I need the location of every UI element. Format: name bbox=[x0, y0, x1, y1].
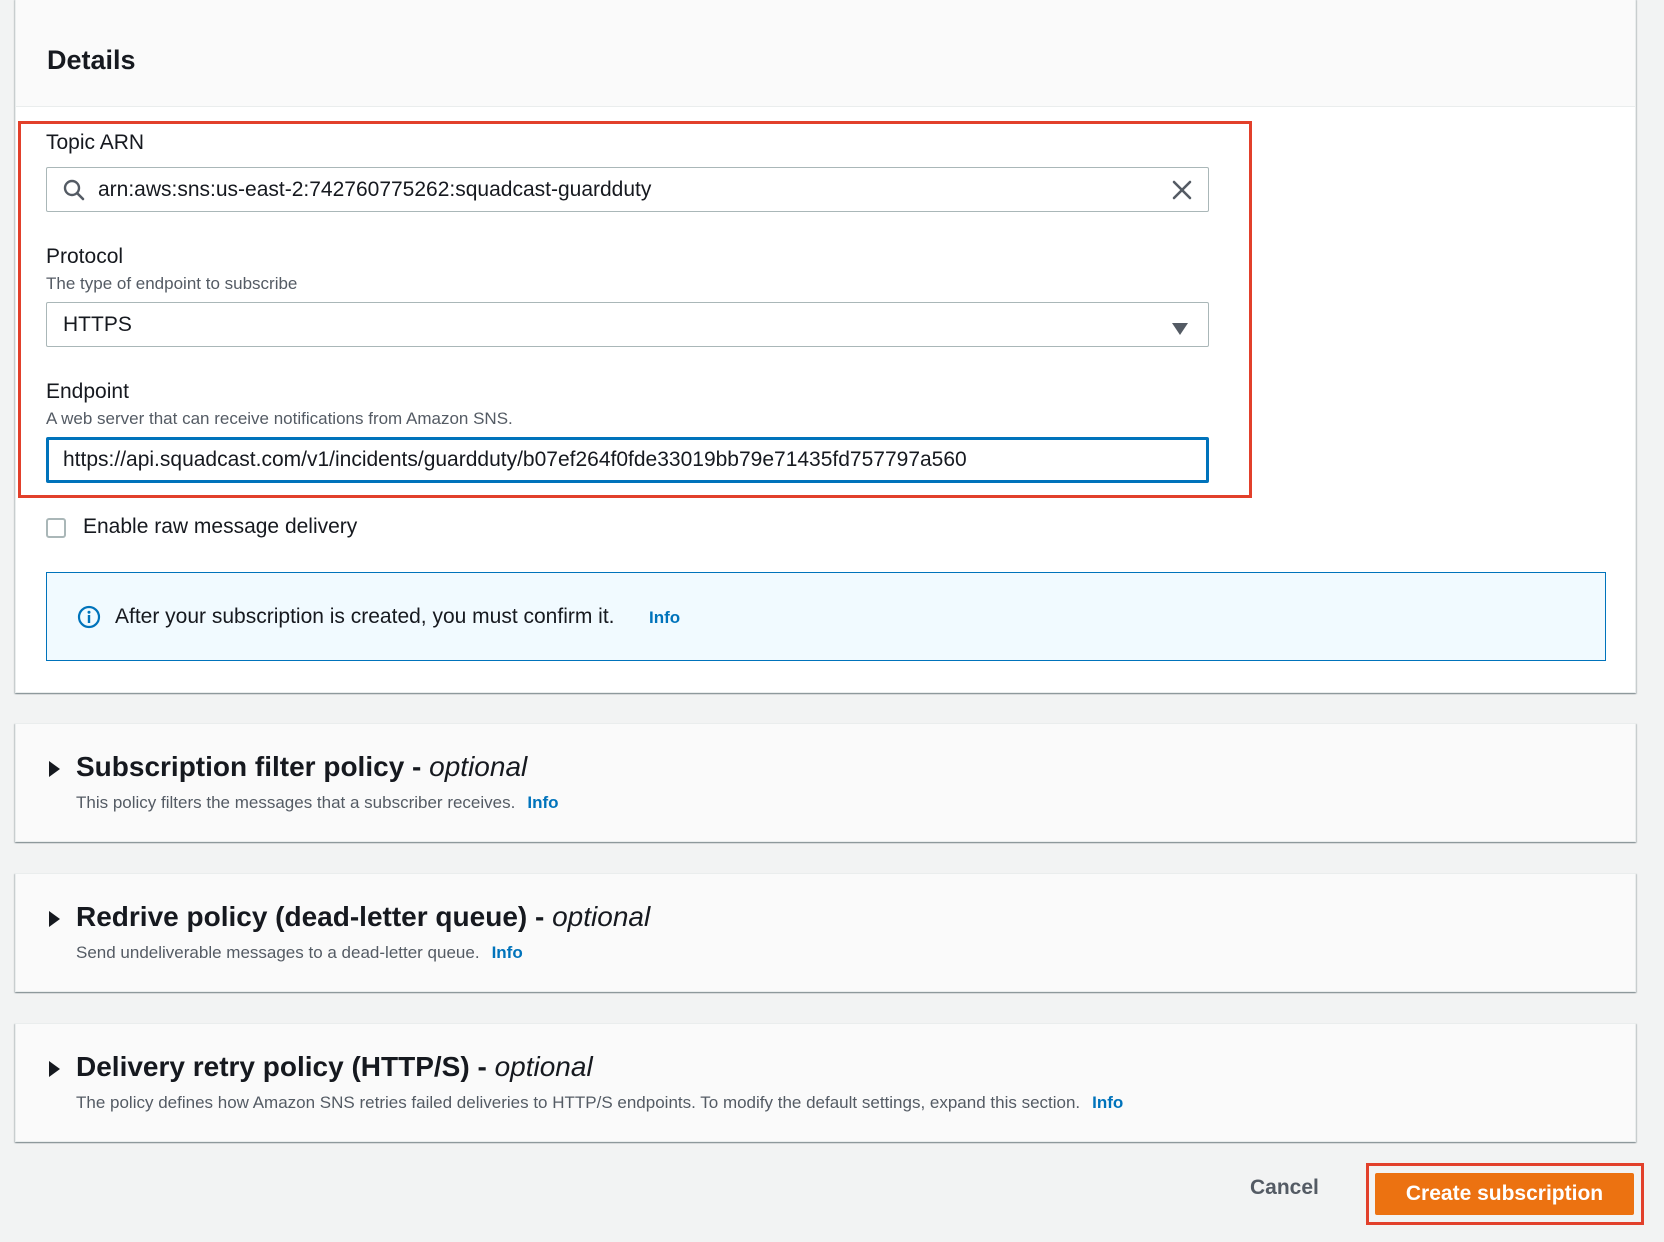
section-description: The policy defines how Amazon SNS retrie… bbox=[76, 1093, 1124, 1112]
section-info-link[interactable]: Info bbox=[492, 943, 523, 962]
section-title: Redrive policy (dead-letter queue) - opt… bbox=[76, 901, 651, 932]
delivery-retry-policy-section[interactable]: Delivery retry policy (HTTP/S) - optiona… bbox=[15, 1023, 1636, 1142]
endpoint-label: Endpoint bbox=[46, 380, 129, 403]
section-description: This policy filters the messages that a … bbox=[76, 793, 559, 812]
section-title: Delivery retry policy (HTTP/S) - optiona… bbox=[76, 1051, 593, 1082]
alert-text: After your subscription is created, you … bbox=[115, 605, 615, 628]
section-description: Send undeliverable messages to a dead-le… bbox=[76, 943, 523, 962]
expand-caret-icon[interactable] bbox=[49, 761, 60, 777]
protocol-select[interactable]: HTTPS bbox=[46, 302, 1209, 347]
endpoint-description: A web server that can receive notificati… bbox=[46, 409, 513, 428]
redrive-policy-section[interactable]: Redrive policy (dead-letter queue) - opt… bbox=[15, 873, 1636, 992]
subscription-filter-policy-section[interactable]: Subscription filter policy - optional Th… bbox=[15, 723, 1636, 842]
create-subscription-button[interactable]: Create subscription bbox=[1375, 1173, 1634, 1215]
topic-arn-value: arn:aws:sns:us-east-2:742760775262:squad… bbox=[98, 177, 652, 201]
expand-caret-icon[interactable] bbox=[49, 1061, 60, 1077]
section-info-link[interactable]: Info bbox=[527, 793, 558, 812]
section-title: Subscription filter policy - optional bbox=[76, 751, 528, 782]
expand-caret-icon[interactable] bbox=[49, 911, 60, 927]
endpoint-input[interactable]: https://api.squadcast.com/v1/incidents/g… bbox=[46, 437, 1209, 483]
section-info-link[interactable]: Info bbox=[1092, 1093, 1123, 1112]
protocol-label: Protocol bbox=[46, 245, 124, 268]
cancel-button[interactable]: Cancel bbox=[1250, 1176, 1319, 1200]
protocol-description: The type of endpoint to subscribe bbox=[46, 274, 298, 293]
topic-arn-field[interactable]: arn:aws:sns:us-east-2:742760775262:squad… bbox=[46, 167, 1209, 212]
caret-down-icon bbox=[1171, 318, 1189, 342]
details-title: Details bbox=[47, 45, 136, 75]
clear-icon[interactable] bbox=[1170, 178, 1194, 208]
details-panel: Details Topic ARN arn:aws:sns:us-east-2:… bbox=[15, 0, 1636, 693]
info-circle-icon bbox=[77, 605, 101, 634]
raw-delivery-checkbox[interactable] bbox=[46, 518, 66, 538]
raw-delivery-label: Enable raw message delivery bbox=[83, 515, 358, 538]
search-icon bbox=[62, 178, 86, 208]
protocol-selected-value: HTTPS bbox=[63, 312, 132, 336]
alert-info-link[interactable]: Info bbox=[649, 608, 680, 628]
confirm-alert: After your subscription is created, you … bbox=[46, 572, 1606, 661]
topic-arn-label: Topic ARN bbox=[46, 131, 145, 154]
endpoint-value: https://api.squadcast.com/v1/incidents/g… bbox=[63, 448, 967, 471]
details-header: Details bbox=[16, 0, 1635, 107]
